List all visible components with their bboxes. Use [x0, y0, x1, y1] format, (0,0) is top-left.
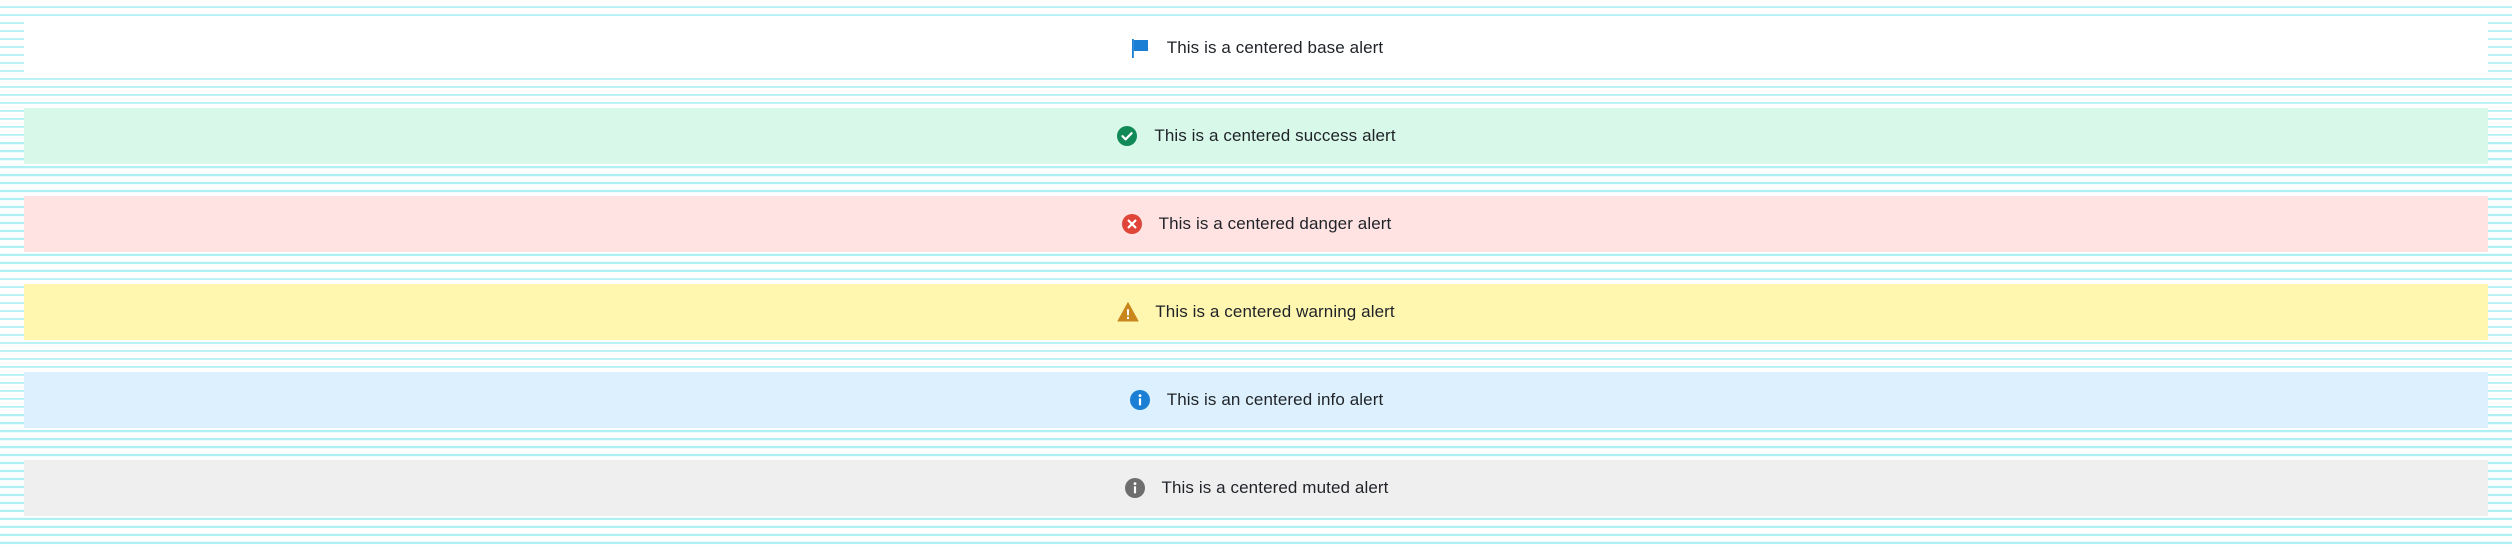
flag-icon	[1129, 37, 1151, 59]
alert-muted: This is a centered muted alert	[24, 460, 2488, 516]
alert-success: This is a centered success alert	[24, 108, 2488, 164]
warning-triangle-icon	[1117, 301, 1139, 323]
check-circle-icon	[1116, 125, 1138, 147]
alert-success-text: This is a centered success alert	[1154, 126, 1396, 145]
alert-info-text: This is an centered info alert	[1166, 390, 1384, 409]
alert-danger: This is a centered danger alert	[24, 196, 2488, 252]
info-circle-muted-icon	[1124, 477, 1146, 499]
alert-base-text: This is a centered base alert	[1166, 38, 1384, 57]
alert-warning-text: This is a centered warning alert	[1155, 302, 1395, 321]
close-circle-icon	[1121, 213, 1143, 235]
alert-warning: This is a centered warning alert	[24, 284, 2488, 340]
alert-base: This is a centered base alert	[24, 20, 2488, 76]
alert-stack: This is a centered base alert This is a …	[24, 20, 2488, 548]
alert-muted-text: This is a centered muted alert	[1161, 478, 1389, 497]
info-circle-icon	[1129, 389, 1151, 411]
alert-danger-text: This is a centered danger alert	[1158, 214, 1392, 233]
alert-info: This is an centered info alert	[24, 372, 2488, 428]
